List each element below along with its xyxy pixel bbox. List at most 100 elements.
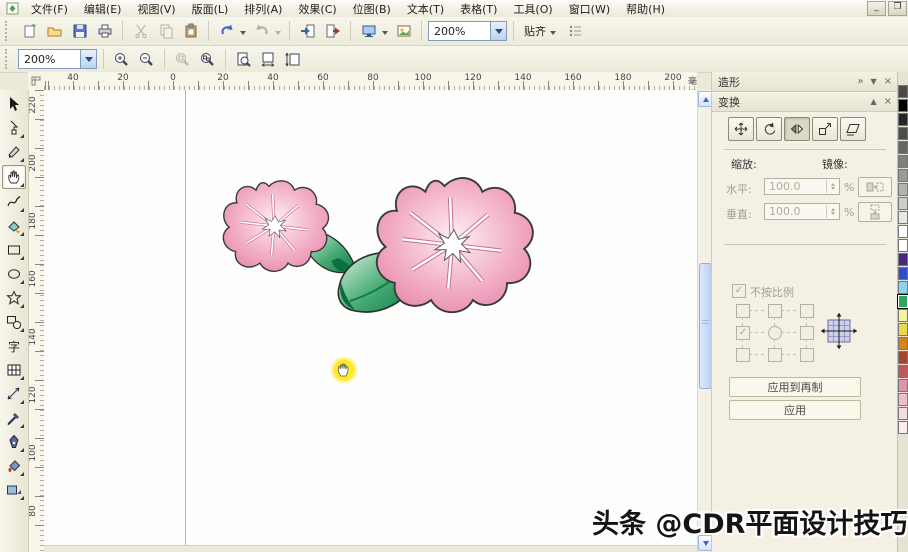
redo-button[interactable] [250, 20, 273, 42]
pan-tool[interactable] [2, 165, 26, 189]
menu-edit[interactable]: 编辑(E) [76, 0, 130, 18]
docker-close-icon[interactable]: × [884, 72, 892, 91]
open-button[interactable] [43, 20, 66, 42]
anchor-bottom-right[interactable] [800, 348, 814, 362]
shaping-docker-header[interactable]: 造形 » ▼ × [712, 72, 898, 92]
pick-tool[interactable] [3, 93, 25, 115]
anchor-bottom-left[interactable] [736, 348, 750, 362]
polygon-tool[interactable] [3, 287, 25, 309]
docker-close-icon[interactable]: × [884, 92, 892, 111]
flower-right[interactable] [377, 178, 533, 312]
palette-swatch[interactable] [898, 169, 908, 182]
horizontal-scrollbar[interactable] [44, 545, 697, 552]
application-launcher-button[interactable] [357, 20, 380, 42]
restore-button[interactable]: ❐ [888, 1, 907, 16]
drawing-canvas[interactable] [44, 90, 697, 552]
anchor-center[interactable] [768, 326, 782, 340]
mirror-horizontal-button[interactable] [858, 177, 892, 197]
palette-swatch[interactable] [898, 141, 908, 154]
export-button[interactable] [321, 20, 344, 42]
freehand-tool[interactable] [3, 191, 25, 213]
outline-pen-tool[interactable] [3, 431, 25, 453]
print-button[interactable] [93, 20, 116, 42]
horizontal-spinner[interactable] [826, 180, 838, 193]
menu-layout[interactable]: 版面(L) [184, 0, 237, 18]
zoom-to-page-button[interactable] [232, 48, 255, 70]
options-button[interactable] [564, 20, 587, 42]
vertical-scale-input[interactable]: 100.0 [764, 203, 840, 220]
crop-tool[interactable] [3, 141, 25, 163]
dimension-tool[interactable] [3, 383, 25, 405]
shape-tool[interactable] [3, 117, 25, 139]
property-bar-drag-handle[interactable] [5, 49, 11, 69]
menu-text[interactable]: 文本(T) [399, 0, 452, 18]
transform-skew-button[interactable] [840, 117, 866, 141]
palette-swatch[interactable] [898, 393, 908, 406]
palette-swatch[interactable] [898, 295, 908, 308]
palette-swatch[interactable] [898, 337, 908, 350]
horizontal-scale-input[interactable]: 100.0 [764, 178, 840, 195]
menu-window[interactable]: 窗口(W) [561, 0, 618, 18]
application-launcher-dropdown[interactable] [382, 31, 388, 38]
transform-size-button[interactable] [812, 117, 838, 141]
eyedropper-tool[interactable] [3, 407, 25, 429]
palette-swatch[interactable] [898, 211, 908, 224]
docker-collapse-icon[interactable]: ▲ [870, 92, 876, 111]
anchor-top-left[interactable] [736, 304, 750, 318]
redo-dropdown[interactable] [275, 31, 281, 38]
zoom-level-combo[interactable]: 200% [428, 21, 507, 41]
vertical-scrollbar[interactable] [697, 90, 712, 552]
palette-swatch[interactable] [898, 127, 908, 140]
rectangle-tool[interactable] [3, 239, 25, 261]
zoom-levels-combo[interactable]: 200% [18, 49, 97, 69]
menu-arrange[interactable]: 排列(A) [236, 0, 290, 18]
menu-bitmaps[interactable]: 位图(B) [345, 0, 399, 18]
cut-button[interactable] [129, 20, 152, 42]
menu-file[interactable]: 文件(F) [23, 0, 76, 18]
non-proportional-checkbox[interactable]: ✓ [732, 284, 746, 298]
palette-swatch[interactable] [898, 155, 908, 168]
minimize-button[interactable]: _ [867, 1, 886, 16]
zoom-to-all-objects-button[interactable] [196, 48, 219, 70]
zoom-in-button[interactable] [110, 48, 133, 70]
menu-effects[interactable]: 效果(C) [290, 0, 344, 18]
zoom-out-button[interactable] [135, 48, 158, 70]
interactive-fill-tool[interactable] [3, 479, 25, 501]
menu-table[interactable]: 表格(T) [452, 0, 505, 18]
palette-swatch[interactable] [898, 197, 908, 210]
palette-swatch[interactable] [898, 267, 908, 280]
transform-scale-mirror-button[interactable] [784, 117, 810, 141]
basic-shapes-tool[interactable] [3, 311, 25, 333]
text-tool[interactable]: 字 [3, 335, 25, 357]
transform-docker-header[interactable]: 变换 ▲ × [712, 92, 898, 112]
copy-button[interactable] [154, 20, 177, 42]
zoom-to-selected-button[interactable] [171, 48, 194, 70]
apply-to-duplicate-button[interactable]: 应用到再制 [729, 377, 861, 397]
palette-swatch[interactable] [898, 323, 908, 336]
palette-swatch[interactable] [898, 85, 908, 98]
palette-swatch[interactable] [898, 113, 908, 126]
mirror-vertical-button[interactable] [858, 202, 892, 222]
menu-view[interactable]: 视图(V) [129, 0, 183, 18]
menu-help[interactable]: 帮助(H) [618, 0, 673, 18]
save-button[interactable] [68, 20, 91, 42]
flower-left[interactable] [223, 181, 354, 273]
ellipse-tool[interactable] [3, 263, 25, 285]
import-button[interactable] [296, 20, 319, 42]
transform-rotation-button[interactable] [756, 117, 782, 141]
anchor-top-right[interactable] [800, 304, 814, 318]
palette-swatch[interactable] [898, 421, 908, 434]
menu-tools[interactable]: 工具(O) [505, 0, 560, 18]
transform-position-button[interactable] [728, 117, 754, 141]
smart-fill-tool[interactable] [3, 215, 25, 237]
palette-swatch[interactable] [898, 281, 908, 294]
zoom-to-page-height-button[interactable] [282, 48, 305, 70]
apply-button[interactable]: 应用 [729, 400, 861, 420]
vertical-spinner[interactable] [826, 205, 838, 218]
palette-swatch[interactable] [898, 99, 908, 112]
anchor-middle-right[interactable] [800, 326, 814, 340]
undo-dropdown[interactable] [240, 31, 246, 38]
palette-swatch[interactable] [898, 253, 908, 266]
ruler-origin[interactable] [28, 72, 45, 91]
paste-button[interactable] [179, 20, 202, 42]
